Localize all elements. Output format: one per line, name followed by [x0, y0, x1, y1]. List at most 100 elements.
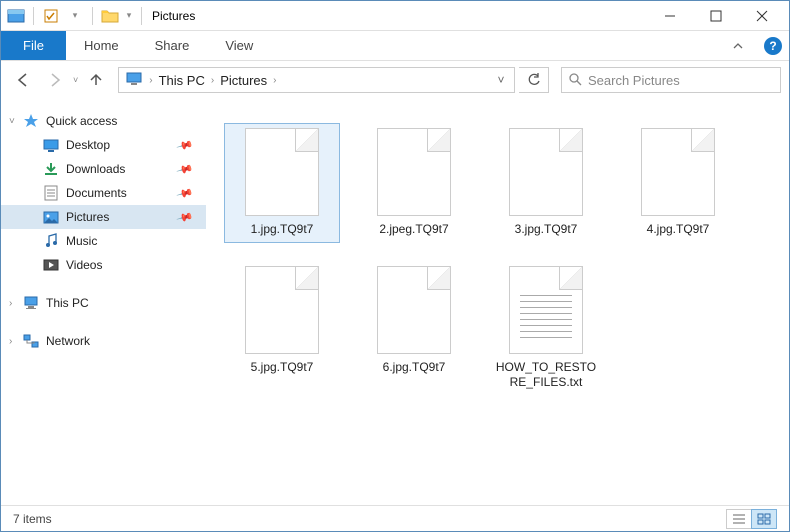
expand-icon[interactable]: ˅ — [9, 116, 15, 127]
file-thumbnail — [641, 128, 715, 216]
sidebar-item-label: Quick access — [46, 114, 117, 128]
sidebar-item-videos[interactable]: Videos — [1, 253, 206, 277]
file-item[interactable]: HOW_TO_RESTORE_FILES.txt — [488, 261, 604, 396]
pin-icon: 📌 — [176, 160, 194, 178]
ribbon-tabs: File Home Share View ? — [1, 31, 789, 61]
file-name-label: 6.jpg.TQ9t7 — [383, 360, 446, 376]
file-thumbnail — [377, 266, 451, 354]
separator — [33, 7, 34, 25]
address-bar[interactable]: › This PC › Pictures › ˅ — [118, 67, 515, 93]
file-name-label: 1.jpg.TQ9t7 — [251, 222, 314, 238]
sidebar-quick-access[interactable]: ˅ Quick access — [1, 109, 206, 133]
sidebar-item-music[interactable]: Music — [1, 229, 206, 253]
file-name-label: 5.jpg.TQ9t7 — [251, 360, 314, 376]
breadcrumb-chevron[interactable]: › — [209, 75, 216, 86]
chevron-down-icon[interactable]: ▾ — [123, 5, 135, 27]
details-view-button[interactable] — [726, 509, 752, 529]
quick-access-toolbar: ▾ ▾ — [5, 5, 146, 27]
file-thumbnail — [509, 128, 583, 216]
breadcrumb-pictures[interactable]: Pictures — [216, 73, 271, 88]
tab-share[interactable]: Share — [137, 31, 208, 60]
history-dropdown[interactable]: ˅ — [73, 75, 78, 85]
help-icon: ? — [764, 37, 782, 55]
pin-icon: 📌 — [176, 136, 194, 154]
view-toggle — [727, 509, 777, 529]
sidebar-item-label: This PC — [46, 296, 89, 310]
sidebar-item-label: Music — [66, 234, 97, 248]
collapse-ribbon-button[interactable] — [719, 31, 757, 60]
maximize-button[interactable] — [693, 1, 739, 30]
file-item[interactable]: 6.jpg.TQ9t7 — [356, 261, 472, 396]
file-name-label: 2.jpeg.TQ9t7 — [379, 222, 448, 238]
properties-icon[interactable] — [40, 5, 62, 27]
window-title: Pictures — [152, 9, 195, 23]
sidebar-item-documents[interactable]: Documents 📌 — [1, 181, 206, 205]
file-tab[interactable]: File — [1, 31, 66, 60]
videos-icon — [43, 257, 59, 273]
sidebar-network[interactable]: › Network — [1, 329, 206, 353]
file-name-label: 4.jpg.TQ9t7 — [647, 222, 710, 238]
file-thumbnail — [377, 128, 451, 216]
status-bar: 7 items — [1, 505, 789, 531]
separator — [92, 7, 93, 25]
file-name-label: 3.jpg.TQ9t7 — [515, 222, 578, 238]
breadcrumb-this-pc[interactable]: This PC — [155, 73, 209, 88]
pin-icon: 📌 — [176, 184, 194, 202]
content-area: ˅ Quick access Desktop 📌 Downloads 📌 Doc… — [1, 99, 789, 499]
up-button[interactable] — [82, 66, 110, 94]
file-name-label: HOW_TO_RESTORE_FILES.txt — [493, 360, 599, 391]
forward-button[interactable] — [41, 66, 69, 94]
separator — [141, 7, 142, 25]
file-item[interactable]: 3.jpg.TQ9t7 — [488, 123, 604, 243]
title-bar: ▾ ▾ Pictures — [1, 1, 789, 31]
sidebar-item-label: Desktop — [66, 138, 110, 152]
navigation-pane: ˅ Quick access Desktop 📌 Downloads 📌 Doc… — [1, 99, 206, 499]
pc-icon — [23, 295, 39, 311]
address-dropdown[interactable]: ˅ — [490, 73, 512, 87]
refresh-button[interactable] — [519, 67, 549, 93]
chevron-down-icon[interactable]: ▾ — [64, 5, 86, 27]
breadcrumb-chevron[interactable]: › — [147, 75, 154, 86]
icons-view-button[interactable] — [751, 509, 777, 529]
help-button[interactable]: ? — [757, 31, 789, 60]
folder-icon — [99, 5, 121, 27]
sidebar-item-downloads[interactable]: Downloads 📌 — [1, 157, 206, 181]
navigation-bar: ˅ › This PC › Pictures › ˅ Search Pictur… — [1, 61, 789, 99]
tab-home[interactable]: Home — [66, 31, 137, 60]
star-icon — [23, 113, 39, 129]
pin-icon: 📌 — [176, 208, 194, 226]
sidebar-this-pc[interactable]: › This PC — [1, 291, 206, 315]
downloads-icon — [43, 161, 59, 177]
expand-icon[interactable]: › — [9, 336, 12, 347]
sidebar-item-label: Documents — [66, 186, 127, 200]
documents-icon — [43, 185, 59, 201]
tab-view[interactable]: View — [207, 31, 271, 60]
sidebar-item-label: Downloads — [66, 162, 125, 176]
file-item[interactable]: 2.jpeg.TQ9t7 — [356, 123, 472, 243]
sidebar-item-desktop[interactable]: Desktop 📌 — [1, 133, 206, 157]
file-item[interactable]: 5.jpg.TQ9t7 — [224, 261, 340, 396]
file-thumbnail — [245, 128, 319, 216]
network-icon — [23, 333, 39, 349]
search-box[interactable]: Search Pictures — [561, 67, 781, 93]
item-count: 7 items — [13, 512, 52, 526]
window-controls — [647, 1, 785, 30]
pictures-icon — [43, 209, 59, 225]
desktop-icon — [43, 137, 59, 153]
minimize-button[interactable] — [647, 1, 693, 30]
file-thumbnail — [245, 266, 319, 354]
sidebar-item-pictures[interactable]: Pictures 📌 — [1, 205, 206, 229]
file-item[interactable]: 4.jpg.TQ9t7 — [620, 123, 736, 243]
file-view[interactable]: 1.jpg.TQ9t7 2.jpeg.TQ9t7 3.jpg.TQ9t7 4.jpg.… — [206, 99, 789, 499]
music-icon — [43, 233, 59, 249]
search-placeholder: Search Pictures — [588, 73, 680, 88]
back-button[interactable] — [9, 66, 37, 94]
close-button[interactable] — [739, 1, 785, 30]
file-item[interactable]: 1.jpg.TQ9t7 — [224, 123, 340, 243]
file-thumbnail — [509, 266, 583, 354]
search-icon — [568, 72, 582, 89]
app-icon[interactable] — [5, 5, 27, 27]
expand-icon[interactable]: › — [9, 298, 12, 309]
breadcrumb-chevron[interactable]: › — [271, 75, 278, 86]
sidebar-item-label: Pictures — [66, 210, 109, 224]
